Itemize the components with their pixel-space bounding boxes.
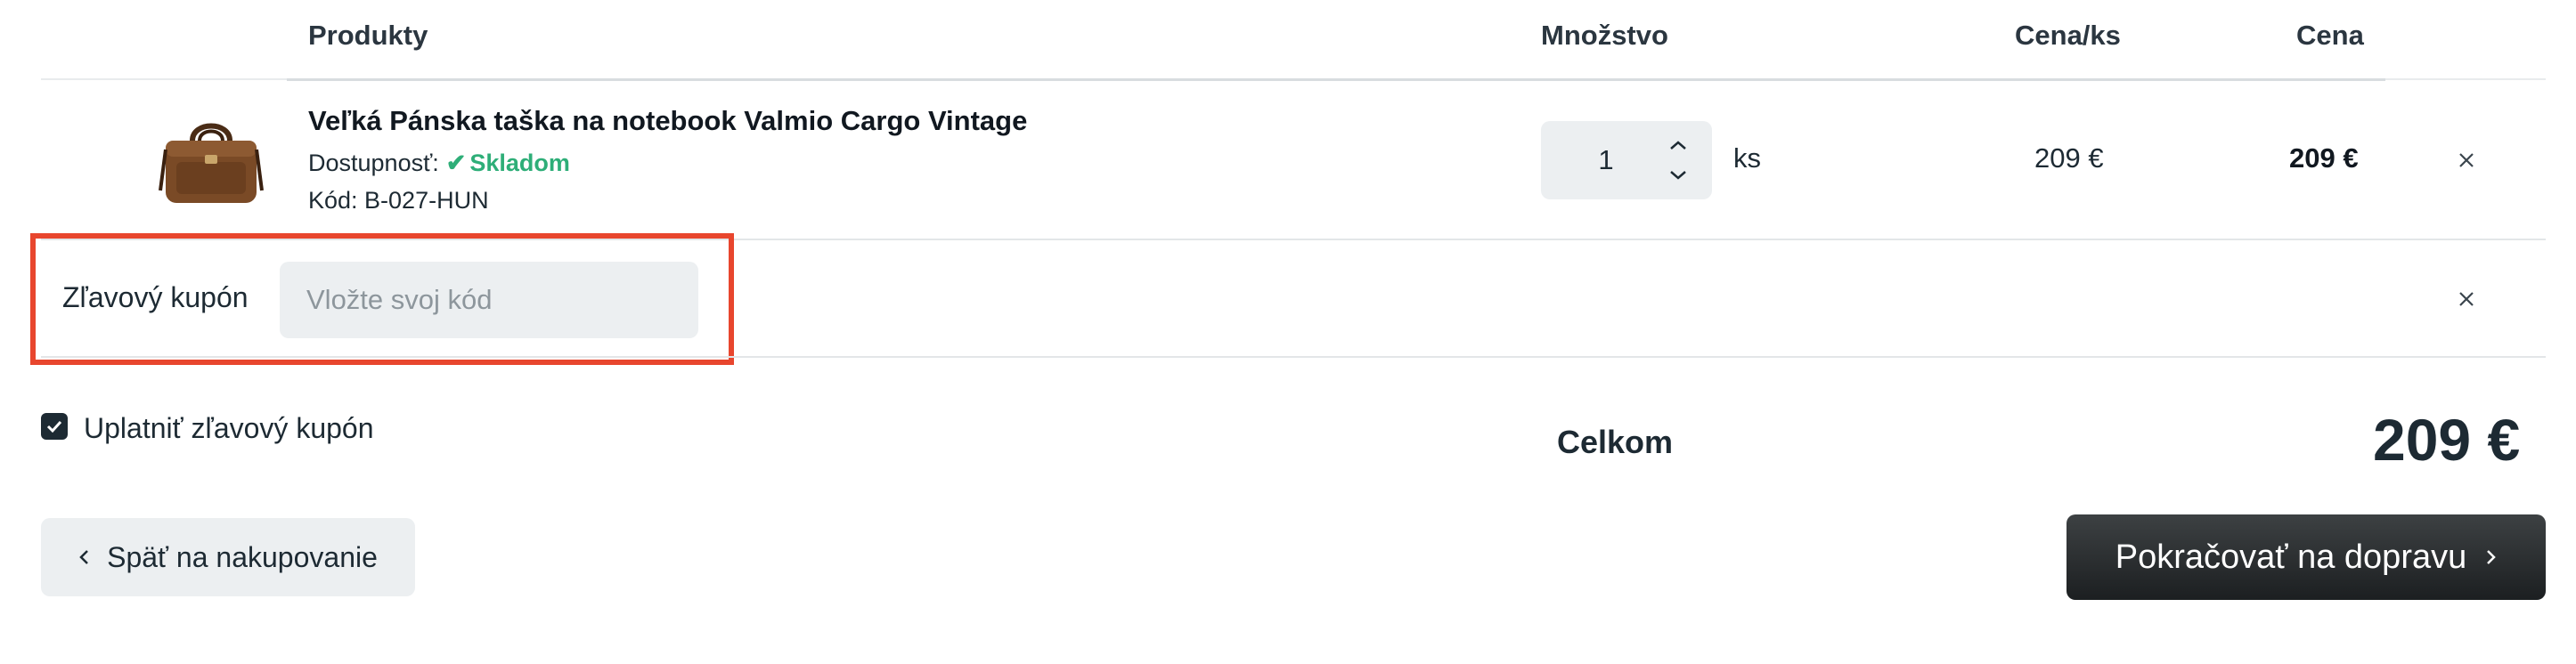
remove-coupon-close-icon[interactable] [2456,288,2477,310]
row-price: 209 € [2289,142,2359,174]
coupon-divider [41,356,2546,358]
availability-label: Dostupnosť: [308,150,439,176]
back-to-shopping-button[interactable]: Späť na nakupovanie [41,518,415,596]
availability-value: Skladom [469,150,570,176]
product-image[interactable] [159,114,264,210]
product-title-link[interactable]: Veľká Pánska taška na notebook Valmio Ca… [308,105,1027,137]
header-divider-strong [287,78,2385,81]
cart-page: Produkty Množstvo Cena/ks Cena Veľká Pán… [0,0,2576,664]
chevron-right-icon [2486,548,2497,566]
total-value: 209 € [2373,407,2521,473]
coupon-highlight-frame [30,233,734,365]
chevron-up-icon[interactable] [1662,132,1694,158]
chevron-down-icon[interactable] [1662,162,1694,189]
continue-to-shipping-button[interactable]: Pokračovať na dopravu [2067,514,2546,600]
continue-button-label: Pokračovať na dopravu [2115,538,2467,576]
remove-item-close-icon[interactable] [2456,150,2477,171]
apply-coupon-checkbox[interactable] [41,413,68,440]
header-products: Produkty [308,20,428,51]
header-unit-price: Cena/ks [2015,20,2121,51]
chevron-left-icon [78,548,89,566]
back-button-label: Späť na nakupovanie [107,540,378,573]
header-quantity: Množstvo [1541,20,1668,51]
quantity-stepper: 1 [1541,121,1712,199]
product-code: Kód: B-027-HUN [308,187,489,214]
checkmark-icon: ✔ [445,150,467,176]
quantity-input[interactable]: 1 [1584,121,1628,199]
apply-coupon-label[interactable]: Uplatniť zľavový kupón [84,412,374,445]
availability: Dostupnosť: ✔ Skladom [308,150,570,177]
quantity-unit: ks [1733,142,1761,174]
header-price: Cena [2296,20,2364,51]
unit-price: 209 € [2034,142,2104,174]
total-label: Celkom [1557,424,1674,460]
